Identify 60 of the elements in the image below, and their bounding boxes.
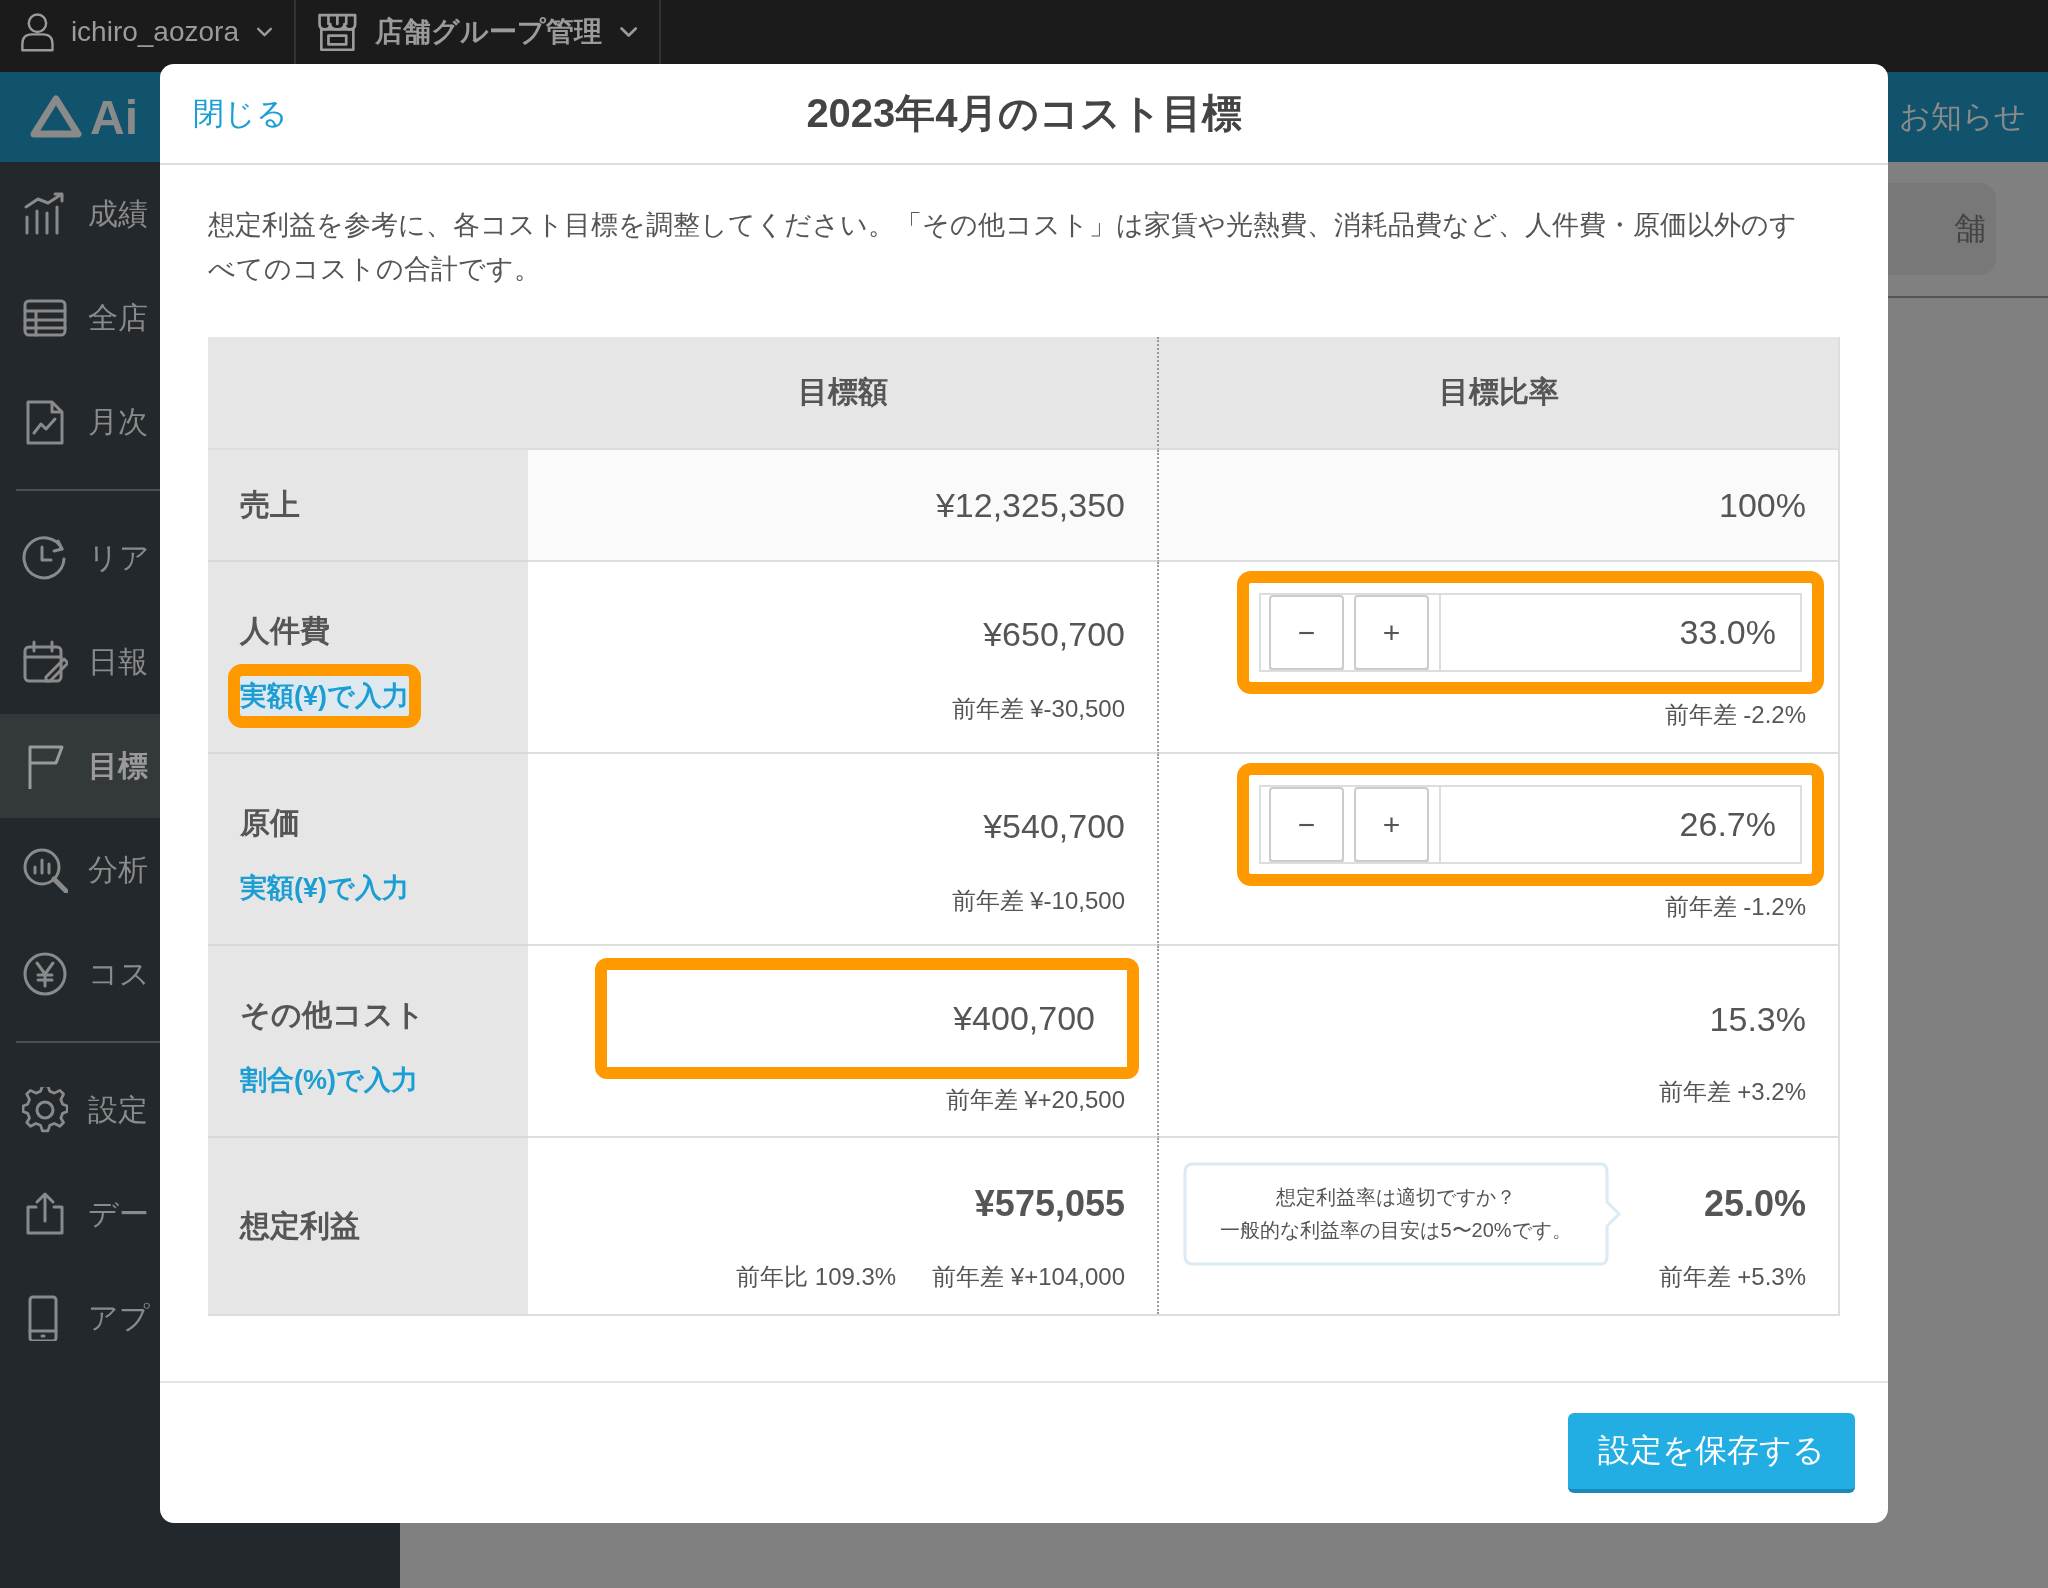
clock-icon (22, 535, 68, 581)
row-label: その他コスト (240, 997, 426, 1033)
amount-note: 前年比 109.3% (736, 1262, 897, 1292)
sidebar-item[interactable]: アプ (0, 1266, 160, 1370)
plus-button[interactable]: + (1354, 595, 1429, 670)
sidebar-item[interactable]: 全店 (0, 266, 160, 370)
dialog-title: 2023年4月のコスト目標 (806, 90, 1242, 137)
description-text: 想定利益を参考に、各コスト目標を調整してください。「その他コスト」は家賃や光熱費、消耗品費など、人件費・原価以外のすべてのコストの合計です。 (208, 209, 1798, 286)
amount-value: ¥650,700 (983, 614, 1125, 655)
calendar-pencil-icon (22, 639, 68, 685)
ratio-diff: 前年差 +3.2% (1658, 1077, 1806, 1107)
tooltip-text: 想定利益率は適切ですか？ (1276, 1185, 1516, 1210)
sidebar-item[interactable]: 日報 (0, 610, 160, 714)
save-button[interactable]: 設定を保存する (1568, 1413, 1855, 1493)
plus-button[interactable]: + (1354, 787, 1429, 862)
sidebar-item[interactable]: 成績 (0, 162, 160, 266)
minus-button[interactable]: − (1269, 787, 1344, 862)
minus-button[interactable]: − (1269, 595, 1344, 670)
tooltip-text: 一般的な利益率の目安は5〜20%です。 (1220, 1218, 1572, 1243)
ratio-input[interactable]: 33.0% (1441, 613, 1800, 652)
logo-text: Ai (90, 89, 138, 145)
amount-value: ¥12,325,350 (935, 485, 1125, 526)
input-mode-link[interactable]: 割合(%)で入力 (228, 1048, 430, 1112)
sidebar-item[interactable]: リア (0, 506, 160, 610)
amount-note: 前年差 ¥+104,000 (932, 1262, 1125, 1292)
sidebar-item[interactable]: デー (0, 1162, 160, 1266)
row-label: 原価 (240, 805, 301, 841)
triangle-logo-icon (30, 94, 82, 140)
ratio-stepper[interactable]: − + 33.0% (1237, 571, 1824, 694)
ratio-diff: 前年差 -1.2% (1664, 892, 1806, 922)
amount-diff: 前年差 ¥-30,500 (951, 694, 1125, 724)
notice-link[interactable]: お知らせ (1899, 96, 2026, 138)
amount-input[interactable]: ¥400,700 (595, 958, 1139, 1079)
ratio-value: 25.0% (1703, 1182, 1806, 1226)
input-mode-link[interactable]: 実額(¥)で入力 (228, 856, 421, 920)
row-label: 売上 (240, 487, 301, 523)
sidebar-item[interactable]: 設定 (0, 1058, 160, 1162)
ratio-input[interactable]: 26.7% (1441, 805, 1800, 844)
sidebar-item[interactable]: 月次 (0, 370, 160, 474)
sidebar-item[interactable]: 分析 (0, 818, 160, 922)
amount-value: ¥575,055 (974, 1182, 1125, 1226)
ratio-stepper[interactable]: − + 26.7% (1237, 763, 1824, 886)
sidebar-item[interactable]: コス (0, 922, 160, 1026)
ratio-value: 15.3% (1709, 999, 1806, 1040)
column-header: 目標比率 (1159, 337, 1838, 450)
ratio-diff: 前年差 +5.3% (1658, 1262, 1806, 1292)
gear-icon (22, 1087, 68, 1133)
ratio-value: 100% (1719, 485, 1806, 526)
amount-value: ¥540,700 (983, 806, 1125, 847)
amount-diff: 前年差 ¥-10,500 (951, 886, 1125, 916)
close-link[interactable]: 閉じる (193, 92, 288, 135)
search-chart-icon (22, 847, 68, 893)
row-label: 人件費 (240, 613, 331, 649)
ratio-diff: 前年差 -2.2% (1664, 700, 1806, 730)
row-label: 想定利益 (240, 1208, 361, 1244)
amount-diff: 前年差 ¥+20,500 (945, 1085, 1125, 1115)
yen-circle-icon (22, 951, 68, 997)
column-header: 目標額 (528, 337, 1159, 450)
sidebar-item[interactable]: 目標 (0, 714, 160, 818)
input-mode-link[interactable]: 実額(¥)で入力 (228, 664, 421, 728)
